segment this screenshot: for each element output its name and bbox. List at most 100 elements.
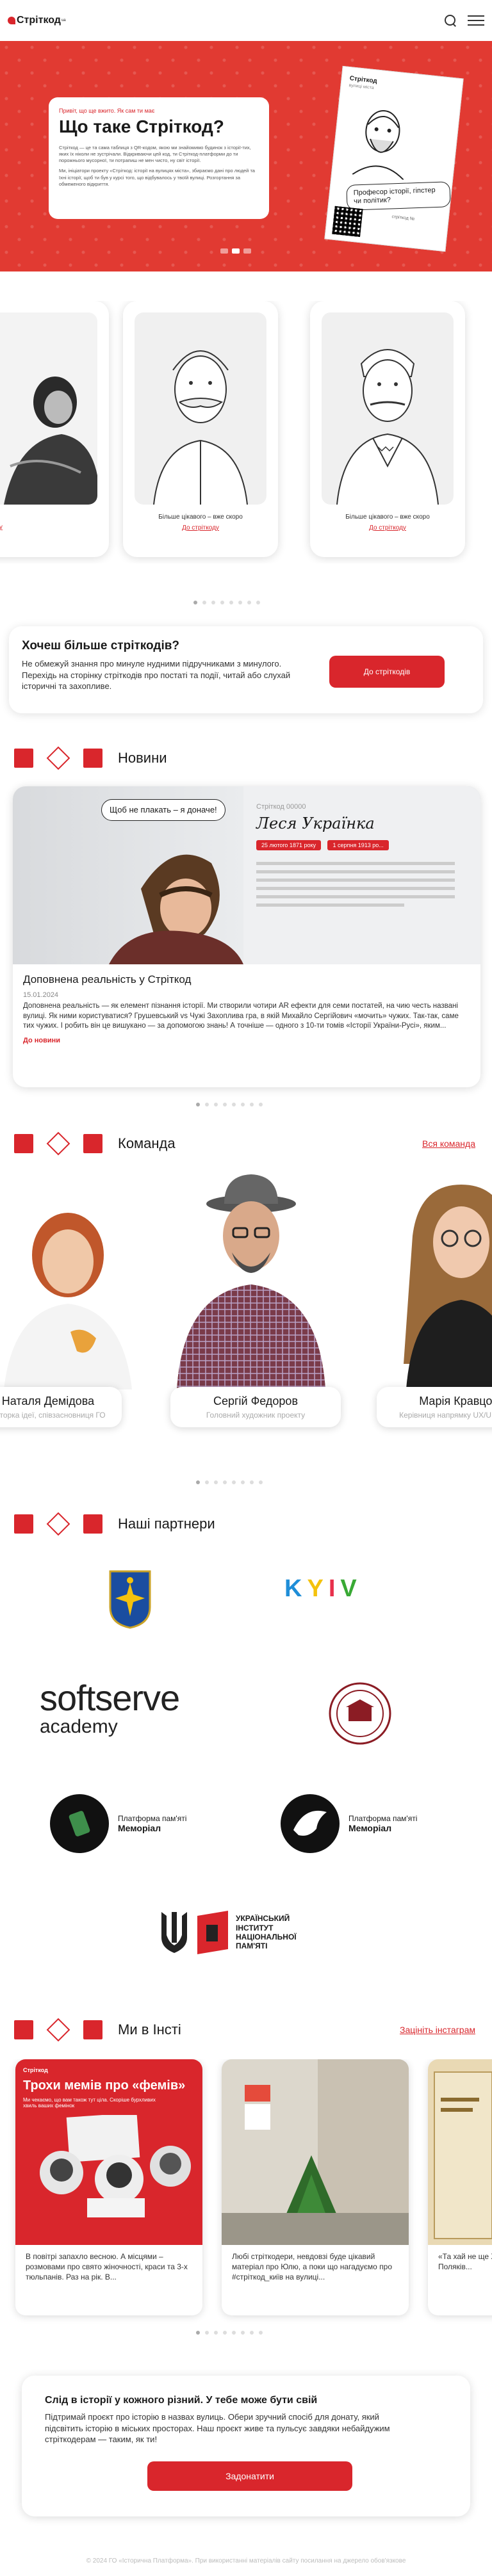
slider-dot[interactable] [214, 2331, 218, 2335]
red-square-icon [83, 1514, 102, 1534]
to-stritkods-button[interactable]: До стріткодів [329, 656, 445, 688]
slider-dot[interactable] [205, 1103, 209, 1106]
kyiv-letter: Y [307, 1575, 324, 1602]
character-link[interactable]: До стріткоду [322, 524, 454, 531]
slider-dot[interactable] [229, 601, 233, 604]
uinp-line1: УКРАЇНСЬКИЙ [236, 1914, 290, 1924]
slider-dot-active[interactable] [196, 2331, 200, 2335]
team-section-header: Команда Вся команда [14, 1131, 488, 1156]
red-diamond-icon [46, 746, 70, 770]
site-header: Стріткод ua [0, 0, 492, 41]
team-member-card[interactable]: Сергій Федоров Головний художник проекту [158, 1159, 345, 1454]
slider-dot[interactable] [250, 2331, 254, 2335]
instagram-post[interactable]: «Та хай не ще Хмельницьк ребе, щоб н Пол… [428, 2059, 492, 2315]
donate-banner: Слід в історії у кожного різний. У тебе … [22, 2376, 470, 2516]
red-square-icon [83, 749, 102, 768]
character-card[interactable]: До стріткоду [0, 301, 109, 557]
softserve-academy-word: academy [40, 1716, 118, 1737]
stritkod-characters-slider: До стріткоду Більше цікавого – вже скоро… [0, 301, 492, 563]
member-photo [368, 1159, 492, 1389]
news-image: Стріткод 00000 Леся Українка 25 лютого 1… [13, 786, 480, 964]
insta-pagination [196, 2331, 263, 2335]
slider-dot[interactable] [232, 2331, 236, 2335]
slider-dot[interactable] [238, 601, 242, 604]
character-link[interactable]: До стріткоду [0, 524, 97, 531]
team-member-card[interactable]: Марія Кравцова Керівниця напрямку UX/UI … [368, 1159, 492, 1454]
post-caption: «Та хай не ще Хмельницьк ребе, щоб н Пол… [438, 2252, 492, 2272]
slider-dot[interactable] [259, 2331, 263, 2335]
uinp-line4: ПАМ'ЯТІ [236, 1941, 268, 1951]
hero-dot[interactable] [220, 248, 228, 254]
slider-dot[interactable] [247, 601, 251, 604]
menu-burger-icon[interactable] [468, 15, 484, 26]
slider-dot[interactable] [232, 1480, 236, 1484]
slider-dot-active[interactable] [196, 1103, 200, 1106]
slider-dot[interactable] [223, 1103, 227, 1106]
more-stritkods-text: Не обмежуй знання про минуле нудними під… [22, 659, 291, 692]
search-icon[interactable] [443, 13, 457, 28]
post-badge: Стріткод [23, 2067, 48, 2073]
slider-dot[interactable] [205, 1480, 209, 1484]
hero-dot[interactable] [243, 248, 251, 254]
member-photo [0, 1159, 161, 1389]
memorial-line1: Платформа пам'яті [118, 1814, 187, 1823]
team-slider: Наталя Демідова Авторка ідеї, співзаснов… [0, 1159, 492, 1454]
slider-dot[interactable] [241, 1103, 245, 1106]
softserve-wordmark: softserve [40, 1678, 180, 1718]
slider-dot[interactable] [259, 1480, 263, 1484]
news-title[interactable]: Доповнена реальність у Стріткод [23, 973, 470, 986]
team-member-card[interactable]: Наталя Демідова Авторка ідеї, співзаснов… [0, 1159, 161, 1454]
hero-dot-active[interactable] [232, 248, 240, 254]
red-diamond-icon [46, 2018, 70, 2042]
member-info: Сергій Федоров Головний художник проекту [170, 1387, 341, 1427]
character-photo [0, 312, 97, 505]
logo-text: Стріткод [17, 15, 61, 26]
post-image: Стріткод Трохи мемів про «фемів» Ми чека… [15, 2059, 202, 2245]
character-link[interactable]: До стріткоду [135, 524, 266, 531]
slider-dot[interactable] [250, 1480, 254, 1484]
slider-dot[interactable] [241, 2331, 245, 2335]
slider-dot[interactable] [214, 1480, 218, 1484]
site-logo[interactable]: Стріткод ua [8, 15, 66, 26]
softserve-academy-logo[interactable]: softserve academy [40, 1678, 180, 1738]
slider-dot[interactable] [250, 1103, 254, 1106]
kyiv-city-coat-of-arms-logo[interactable] [108, 1569, 152, 1630]
memorial-platform-logo[interactable]: Платформа пам'яті Меморіал [279, 1793, 417, 1854]
memorial-platform-logo[interactable]: Платформа пам'яті Меморіал [49, 1793, 186, 1854]
news-more-link[interactable]: До новини [23, 1037, 470, 1044]
poster-number: стріткод № [391, 215, 415, 222]
slider-dot[interactable] [211, 601, 215, 604]
member-role: Керівниця напрямку UX/UI дизайну [399, 1411, 492, 1420]
slider-dot[interactable] [223, 2331, 227, 2335]
kyiv-brand-logo[interactable]: K Y I V [282, 1575, 359, 1603]
slider-dot[interactable] [232, 1103, 236, 1106]
instagram-post[interactable]: Стріткод Трохи мемів про «фемів» Ми чека… [15, 2059, 202, 2315]
slider-dot[interactable] [223, 1480, 227, 1484]
character-drawing [322, 312, 454, 505]
all-team-link[interactable]: Вся команда [422, 1138, 475, 1149]
woman-photo-icon [4, 1213, 132, 1389]
instagram-post[interactable]: Любі стріткодери, невдовзі буде цікавий … [222, 2059, 409, 2315]
uinp-line2: ІНСТИТУТ [236, 1923, 274, 1932]
slider-dot[interactable] [256, 601, 260, 604]
slider-dot-active[interactable] [196, 1480, 200, 1484]
slider-dot[interactable] [214, 1103, 218, 1106]
mustached-man-drawing-icon [153, 350, 248, 505]
red-square-icon [14, 749, 33, 768]
slider-dot[interactable] [205, 2331, 209, 2335]
post-image [428, 2059, 492, 2245]
university-seal-logo[interactable] [328, 1681, 392, 1746]
instagram-link[interactable]: Зацініть інстаграм [400, 2025, 475, 2035]
uinp-logo[interactable]: УКРАЇНСЬКИЙ ІНСТИТУТ НАЦІОНАЛЬНОЇ ПАМ'ЯТ… [156, 1909, 297, 1956]
slider-dot-active[interactable] [193, 601, 197, 604]
slider-dot[interactable] [241, 1480, 245, 1484]
slider-dot[interactable] [202, 601, 206, 604]
character-card[interactable]: Більше цікавого – вже скоро До стріткоду [123, 301, 278, 557]
character-card[interactable]: Більше цікавого – вже скоро До стріткоду [310, 301, 465, 557]
donate-button[interactable]: Задонатити [147, 2461, 352, 2491]
news-card[interactable]: Стріткод 00000 Леся Українка 25 лютого 1… [13, 786, 480, 1087]
slider-dot[interactable] [259, 1103, 263, 1106]
post-image-subtitle: Ми чекаємо, що вам також тут ціла. Скорі… [23, 2097, 156, 2109]
slider-dot[interactable] [220, 601, 224, 604]
uinp-line3: НАЦІОНАЛЬНОЇ [236, 1932, 297, 1941]
